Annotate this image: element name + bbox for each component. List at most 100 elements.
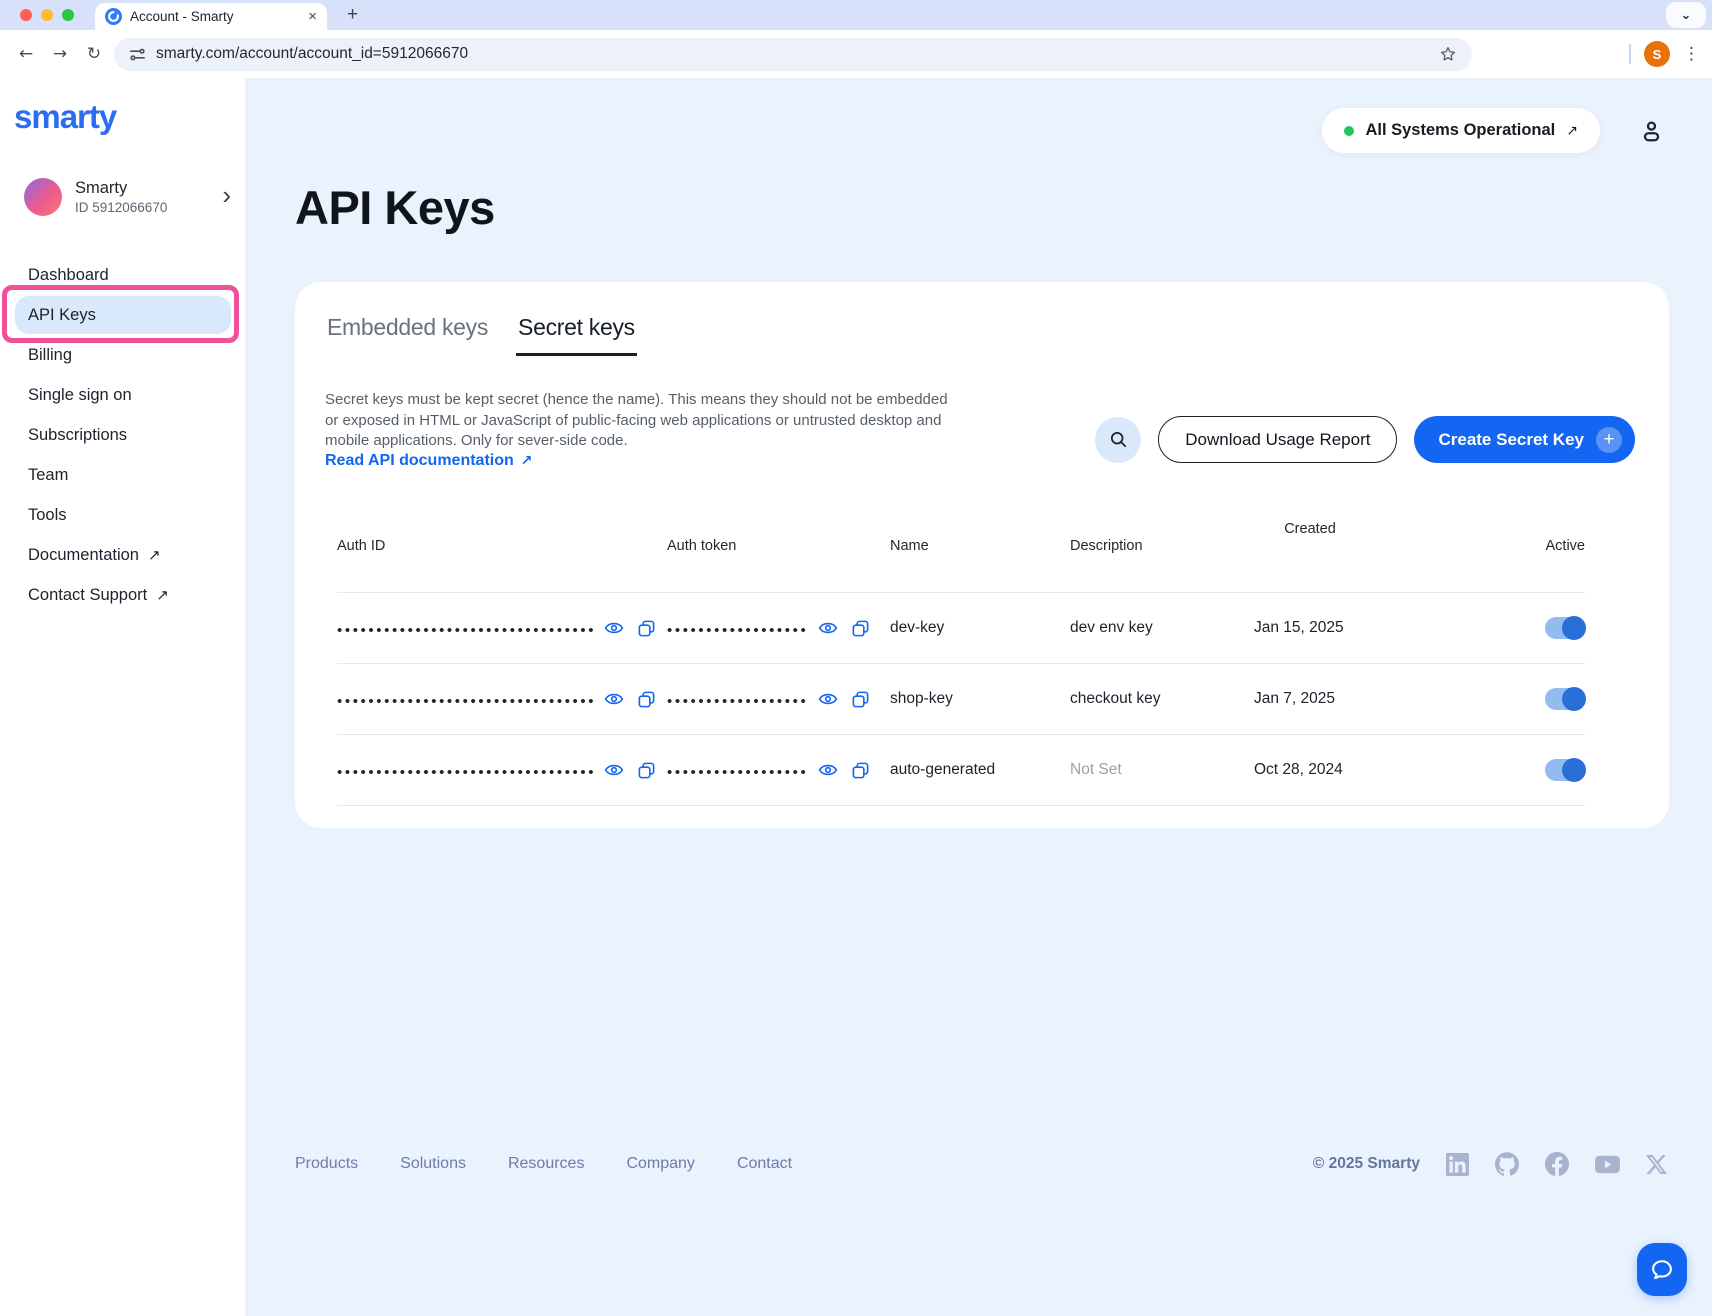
reveal-auth-token-button[interactable] (817, 759, 839, 781)
sidebar-nav-item[interactable]: Tools ↗ (0, 495, 245, 535)
github-icon[interactable] (1495, 1152, 1519, 1176)
tab-title: Account - Smarty (130, 9, 300, 24)
main-content: All Systems Operational ↗ API Keys Embed… (246, 78, 1712, 1316)
sidebar-nav-item[interactable]: Documentation ↗ (0, 535, 245, 575)
active-toggle[interactable] (1545, 688, 1585, 710)
doc-link-label: Read API documentation (325, 452, 514, 470)
secret-keys-description: Secret keys must be kept secret (hence t… (325, 390, 948, 452)
sidebar-nav-item[interactable]: Billing ↗ (0, 335, 245, 375)
eye-icon (604, 760, 624, 780)
download-usage-report-button[interactable]: Download Usage Report (1158, 416, 1397, 463)
table-row: •••••••••••••••••••••••••••••••••• (337, 735, 1585, 806)
auth-id-masked-value: •••••••••••••••••••••••••••••••••• (337, 761, 593, 780)
sidebar-nav-item[interactable]: Single sign on ↗ (0, 375, 245, 415)
copy-auth-token-button[interactable] (849, 759, 871, 781)
browser-menu-kebab-icon[interactable]: ⋮ (1683, 44, 1700, 64)
account-avatar (24, 178, 62, 216)
active-toggle[interactable] (1545, 759, 1585, 781)
sidebar: smarty Smarty ID 5912066670 › Dashboard … (0, 78, 246, 1316)
close-window-button[interactable] (20, 9, 32, 21)
reveal-auth-id-button[interactable] (603, 759, 625, 781)
youtube-icon[interactable] (1595, 1152, 1620, 1177)
secret-keys-table: Auth ID Auth token Name Description Crea… (337, 512, 1585, 806)
external-link-icon: ↗ (148, 546, 161, 564)
toggle-knob (1562, 616, 1586, 640)
col-header-auth-id: Auth ID (337, 512, 667, 592)
close-tab-icon[interactable]: × (308, 9, 317, 24)
linkedin-icon[interactable] (1446, 1153, 1469, 1176)
reload-button[interactable]: ↻ (80, 40, 108, 68)
sidebar-nav-item-label: API Keys (28, 306, 96, 325)
forward-button[interactable]: → (46, 40, 74, 68)
browser-tab[interactable]: Account - Smarty × (95, 3, 327, 30)
key-type-tab[interactable]: Embedded keys (325, 304, 490, 356)
browser-profile-avatar[interactable]: S (1644, 41, 1670, 67)
footer-link[interactable]: Solutions (400, 1155, 466, 1173)
zoom-window-button[interactable] (62, 9, 74, 21)
sidebar-nav-item[interactable]: Dashboard ↗ (0, 255, 245, 295)
auth-id-cell: •••••••••••••••••••••••••••••••••• (337, 688, 667, 710)
copy-auth-id-button[interactable] (635, 759, 657, 781)
copy-icon (637, 619, 656, 638)
sidebar-nav-item-label: Subscriptions (28, 426, 127, 445)
footer-link[interactable]: Company (626, 1155, 694, 1173)
auth-token-cell: ••••••••••••••••••• (667, 617, 890, 639)
reveal-auth-token-button[interactable] (817, 688, 839, 710)
sidebar-nav-item[interactable]: Contact Support ↗ (0, 575, 245, 615)
auth-token-cell: ••••••••••••••••••• (667, 759, 890, 781)
sidebar-nav: Dashboard ↗ API Keys ↗ Billing ↗ Single … (0, 255, 245, 615)
facebook-icon[interactable] (1545, 1152, 1569, 1176)
reveal-auth-id-button[interactable] (603, 688, 625, 710)
key-name-cell: shop-key (890, 690, 1070, 708)
key-type-tab[interactable]: Secret keys (516, 304, 637, 356)
eye-icon (818, 618, 838, 638)
account-switcher[interactable]: Smarty ID 5912066670 › (24, 178, 231, 216)
key-type-tabs: Embedded keys Secret keys (325, 304, 637, 356)
copy-auth-token-button[interactable] (849, 617, 871, 639)
copy-auth-token-button[interactable] (849, 688, 871, 710)
key-name-cell: dev-key (890, 619, 1070, 637)
auth-token-masked-value: ••••••••••••••••••• (667, 690, 807, 709)
url-text[interactable]: smarty.com/account/account_id=5912066670 (156, 45, 468, 63)
minimize-window-button[interactable] (41, 9, 53, 21)
sidebar-nav-item-label: Documentation (28, 546, 139, 565)
copy-icon (851, 761, 870, 780)
sidebar-nav-item[interactable]: Subscriptions ↗ (0, 415, 245, 455)
key-created-cell: Jan 15, 2025 (1250, 619, 1410, 637)
auth-id-masked-value: •••••••••••••••••••••••••••••••••• (337, 690, 593, 709)
footer-link[interactable]: Products (295, 1155, 358, 1173)
search-icon (1109, 430, 1128, 449)
address-bar[interactable]: smarty.com/account/account_id=5912066670 (114, 38, 1472, 71)
x-icon[interactable] (1646, 1154, 1667, 1175)
back-button[interactable]: ← (12, 40, 40, 68)
window-controls[interactable] (20, 9, 74, 21)
footer-link[interactable]: Contact (737, 1155, 792, 1173)
create-secret-key-button[interactable]: Create Secret Key + (1414, 416, 1635, 463)
reveal-auth-token-button[interactable] (817, 617, 839, 639)
eye-icon (818, 689, 838, 709)
reveal-auth-id-button[interactable] (603, 617, 625, 639)
copy-auth-id-button[interactable] (635, 688, 657, 710)
sidebar-nav-item[interactable]: API Keys ↗ (15, 296, 231, 334)
tab-label: Embedded keys (327, 314, 488, 340)
key-description-cell: checkout key (1070, 690, 1250, 708)
key-created-cell: Jan 7, 2025 (1250, 690, 1410, 708)
sidebar-nav-item[interactable]: Team ↗ (0, 455, 245, 495)
new-tab-button[interactable]: + (347, 4, 358, 26)
search-button[interactable] (1095, 417, 1141, 463)
smarty-logo[interactable]: smarty (14, 100, 116, 133)
system-status-link[interactable]: All Systems Operational ↗ (1322, 108, 1600, 153)
copy-icon (637, 690, 656, 709)
col-header-active: Active (1410, 512, 1585, 592)
auth-id-masked-value: •••••••••••••••••••••••••••••••••• (337, 619, 593, 638)
user-profile-button[interactable] (1638, 118, 1665, 145)
chat-widget-button[interactable] (1637, 1243, 1687, 1296)
footer-link[interactable]: Resources (508, 1155, 584, 1173)
key-created-cell: Oct 28, 2024 (1250, 761, 1410, 779)
tab-search-chevron-icon[interactable]: ⌄ (1666, 2, 1706, 28)
site-settings-icon[interactable] (129, 46, 146, 63)
active-toggle[interactable] (1545, 617, 1585, 639)
read-api-documentation-link[interactable]: Read API documentation ↗ (325, 452, 533, 470)
copy-auth-id-button[interactable] (635, 617, 657, 639)
bookmark-star-icon[interactable] (1439, 45, 1457, 63)
